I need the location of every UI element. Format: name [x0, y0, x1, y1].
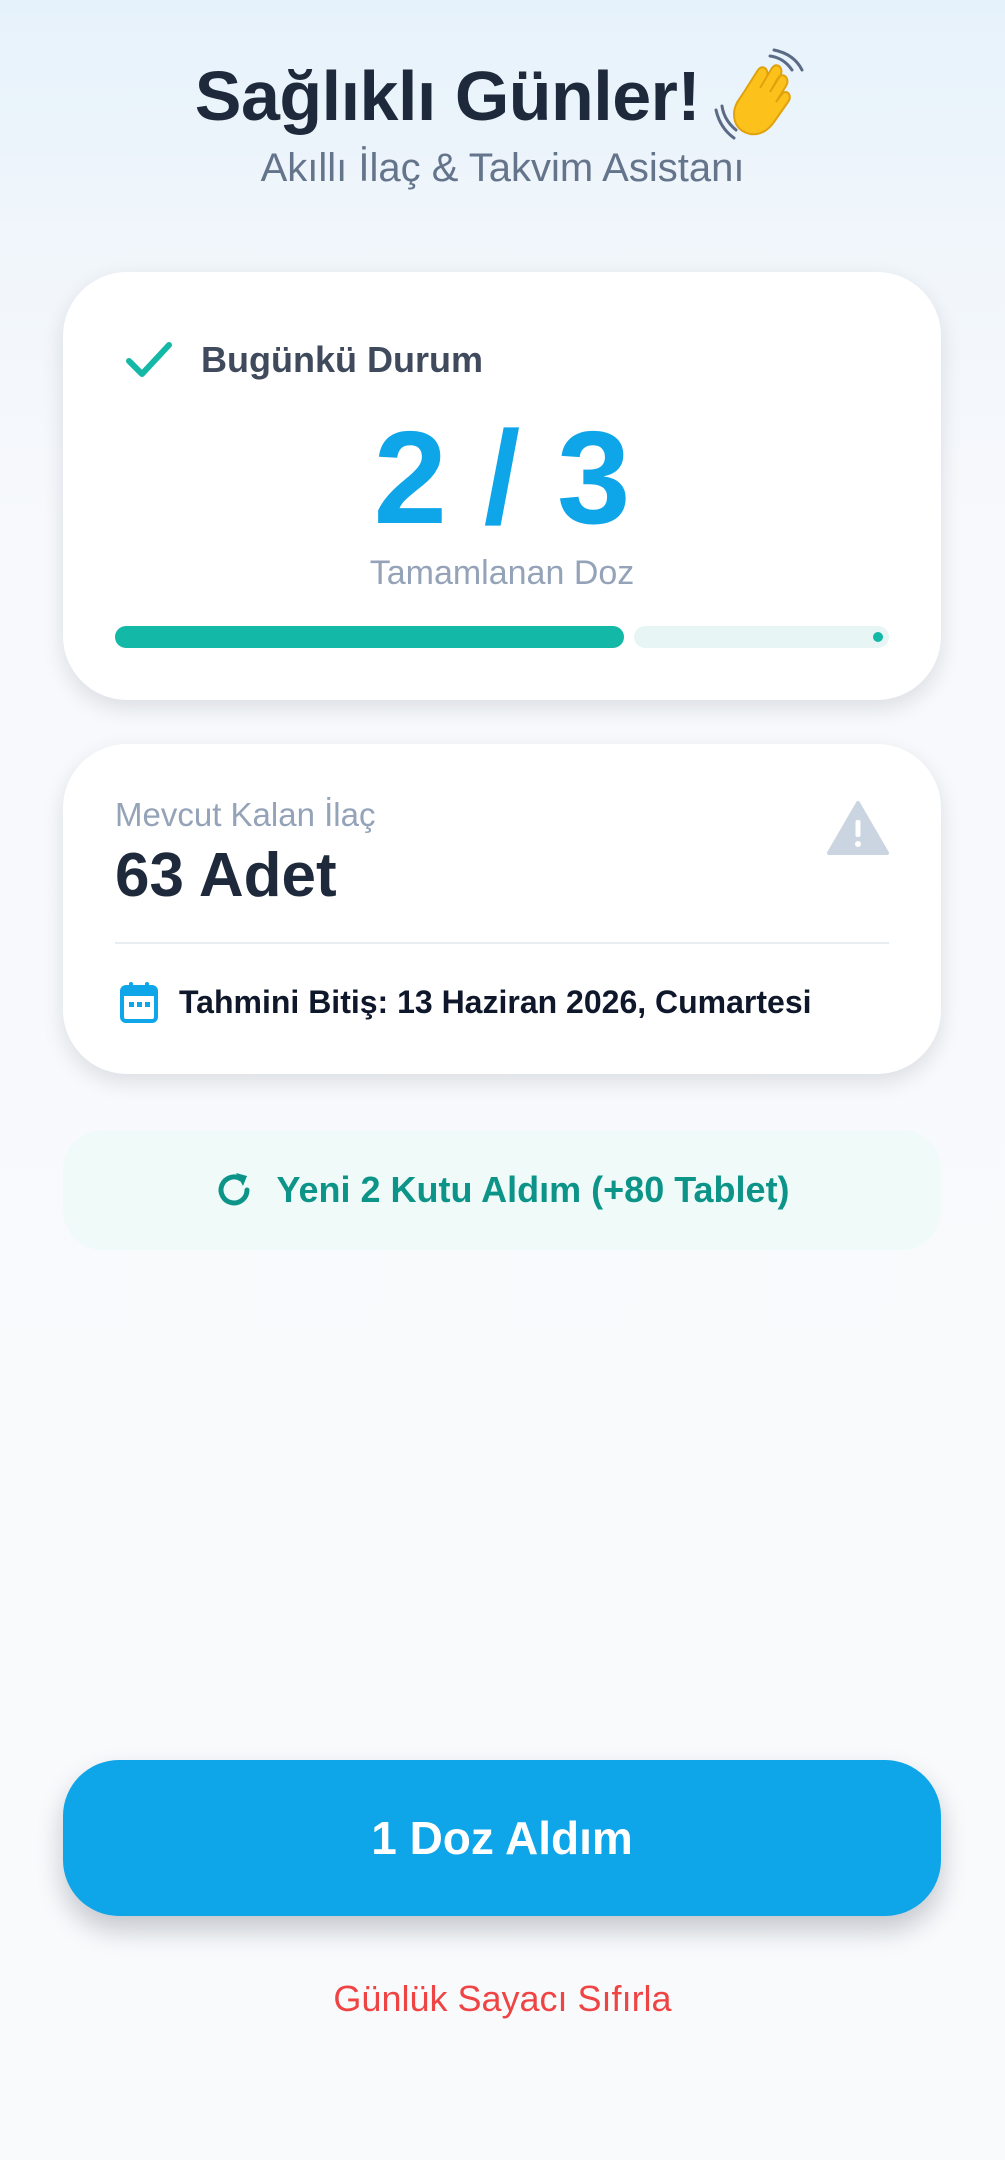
- dose-caption: Tamamlanan Doz: [369, 554, 635, 592]
- stock-label: Mevcut Kalan İlaç: [115, 796, 376, 833]
- dose-progress-bar: [115, 626, 889, 648]
- calendar-icon: [120, 982, 158, 1023]
- page-subtitle: Akıllı İlaç & Takvim Asistanı: [260, 146, 745, 190]
- estimated-finish-row: Tahmini Bitiş: 13 Haziran 2026, Cumartes…: [119, 980, 812, 1024]
- refresh-icon: [218, 1173, 250, 1206]
- take-dose-button[interactable]: 1 Doz Aldım: [63, 1760, 941, 1916]
- waving-hand-icon: [714, 48, 804, 140]
- page-title: Sağlıklı Günler!: [194, 57, 701, 135]
- refill-button[interactable]: Yeni 2 Kutu Aldım (+80 Tablet): [63, 1130, 941, 1250]
- stock-value: 63 Adet: [115, 841, 337, 910]
- status-header: Bugünkü Durum: [121, 332, 483, 388]
- title-row: Sağlıklı Günler!: [0, 48, 1005, 142]
- progress-end-dot: [873, 632, 883, 642]
- progress-remaining-segment: [634, 626, 889, 648]
- check-icon: [126, 342, 172, 377]
- warning-icon: [827, 801, 889, 855]
- estimated-finish-text: Tahmini Bitiş: 13 Haziran 2026, Cumartes…: [179, 983, 812, 1020]
- today-status-card: Bugünkü Durum 2 / 3 Tamamlanan Doz: [63, 272, 941, 700]
- stock-card: Mevcut Kalan İlaç 63 Adet Tahmini Bitiş:…: [63, 744, 941, 1074]
- progress-track: [115, 626, 889, 648]
- page-header: Sağlıklı Günler! Akıllı İlaç & Takvim As…: [0, 48, 1005, 191]
- refill-button-label: Yeni 2 Kutu Aldım (+80 Tablet): [276, 1169, 790, 1210]
- progress-filled-segment: [115, 626, 625, 648]
- dose-count: 2 / 3: [373, 404, 631, 551]
- card-divider: [115, 942, 889, 944]
- reset-counter-link[interactable]: Günlük Sayacı Sıfırla: [0, 1978, 1005, 2020]
- status-label: Bugünkü Durum: [201, 339, 483, 380]
- take-dose-button-label: 1 Doz Aldım: [371, 1812, 633, 1864]
